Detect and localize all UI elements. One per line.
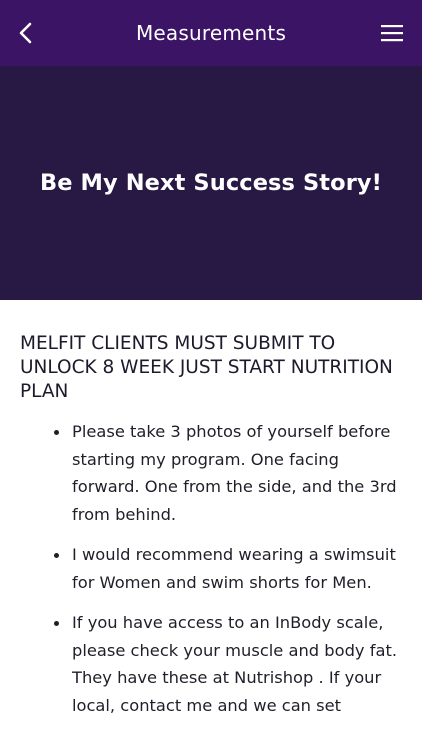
- bullet-icon: [54, 430, 59, 435]
- hero-banner: Be My Next Success Story!: [0, 66, 422, 300]
- list-item-text: I would recommend wearing a swimsuit for…: [72, 545, 396, 592]
- list-item: Please take 3 photos of yourself before …: [54, 418, 400, 528]
- menu-button[interactable]: [372, 13, 412, 53]
- bullet-icon: [54, 553, 59, 558]
- bullet-icon: [54, 621, 59, 626]
- list-item-text: Please take 3 photos of yourself before …: [72, 422, 397, 524]
- instruction-list: Please take 3 photos of yourself before …: [0, 418, 422, 719]
- page-title: Measurements: [135, 21, 287, 45]
- app-header: Measurements: [0, 0, 422, 66]
- hero-title: Be My Next Success Story!: [39, 170, 383, 196]
- content-area: MELFIT CLIENTS MUST SUBMIT TO UNLOCK 8 W…: [0, 300, 422, 750]
- list-item: If you have access to an InBody scale, p…: [54, 609, 400, 719]
- section-heading: MELFIT CLIENTS MUST SUBMIT TO UNLOCK 8 W…: [20, 333, 393, 402]
- chevron-left-icon: [19, 22, 32, 44]
- hamburger-menu-icon: [381, 25, 403, 42]
- back-button[interactable]: [8, 13, 44, 53]
- list-item-text: If you have access to an InBody scale, p…: [72, 613, 397, 715]
- list-item: I would recommend wearing a swimsuit for…: [54, 541, 400, 596]
